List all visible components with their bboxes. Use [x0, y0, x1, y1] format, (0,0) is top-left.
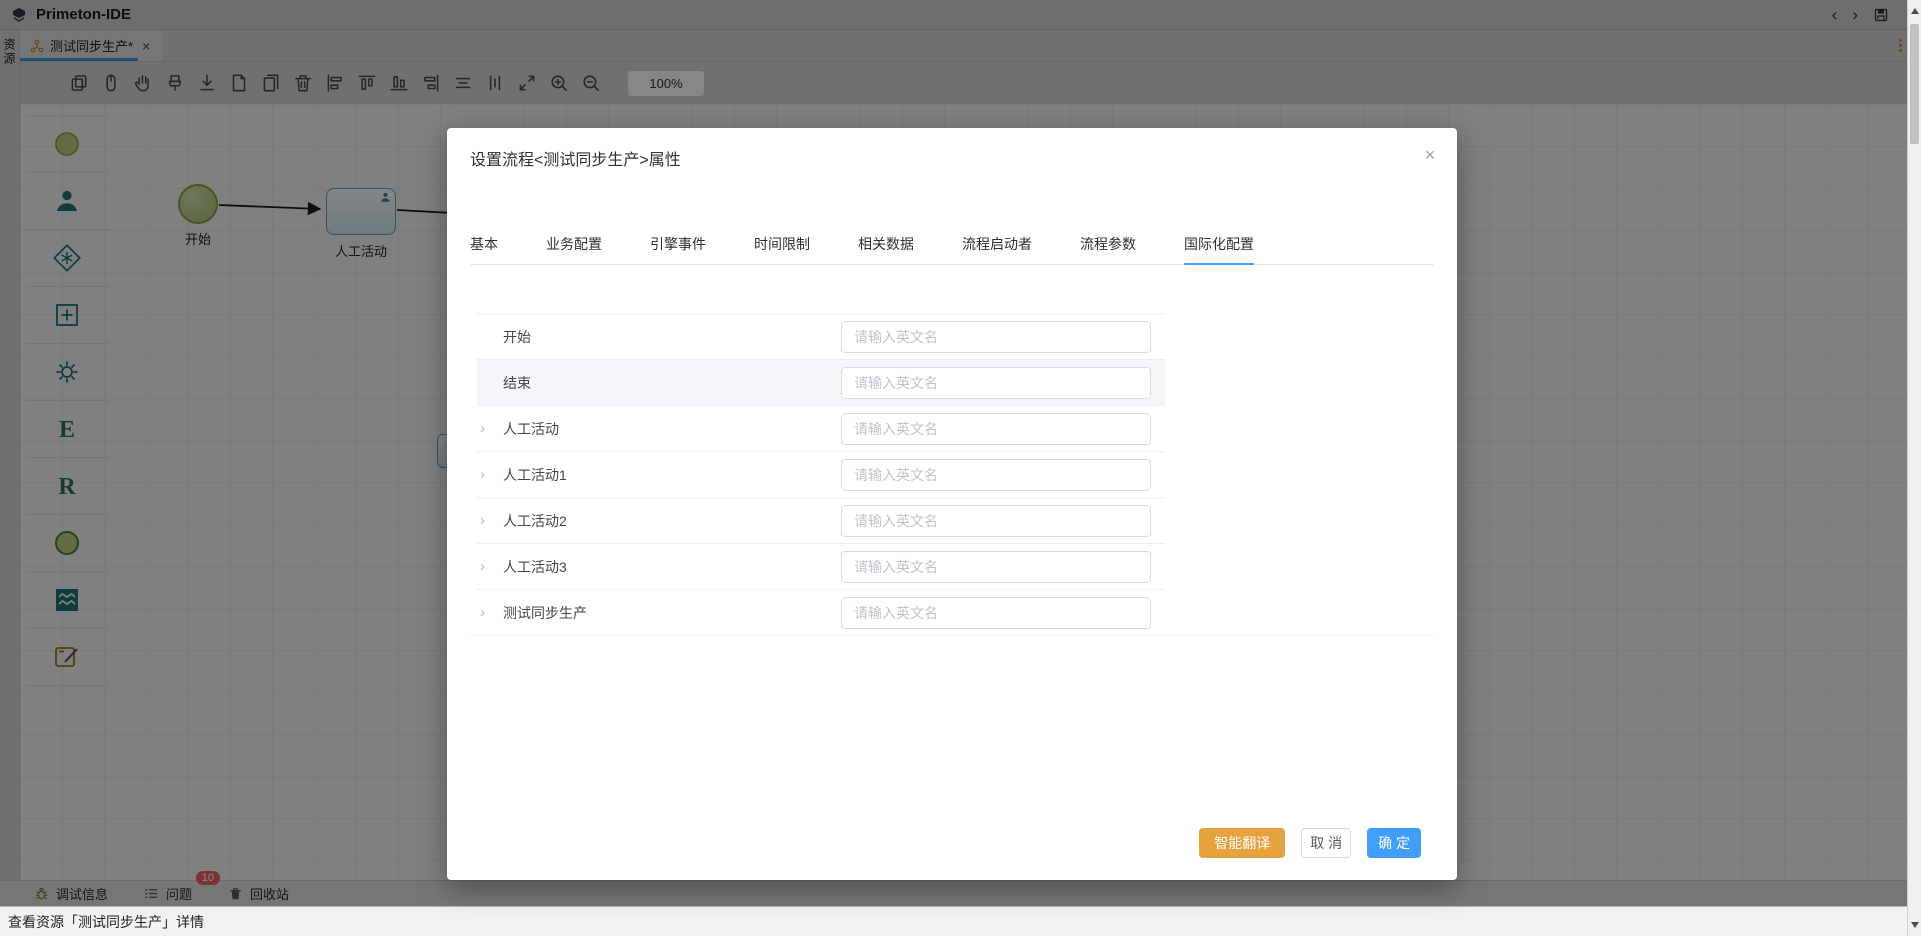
dialog-tab-4[interactable]: 时间限制	[754, 224, 810, 264]
window-scrollbar[interactable]	[1907, 0, 1921, 936]
dialog-footer: 智能翻译 取 消 确 定	[1199, 828, 1421, 858]
dialog-tab-7[interactable]: 流程参数	[1080, 224, 1136, 264]
i18n-config-table: 开始结束›人工活动›人工活动1›人工活动2›人工活动3›测试同步生产	[477, 313, 1165, 636]
i18n-row: ›人工活动3	[477, 544, 1165, 590]
node-name-label: 结束	[503, 373, 531, 393]
i18n-row: 结束	[477, 360, 1165, 406]
expand-chevron-icon[interactable]: ›	[477, 512, 503, 529]
expand-chevron-icon[interactable]: ›	[477, 604, 503, 621]
dialog-title: 设置流程<测试同步生产>属性	[470, 150, 681, 172]
scroll-down-icon[interactable]	[1911, 922, 1919, 928]
process-properties-dialog: 设置流程<测试同步生产>属性 × 基本 业务配置 引擎事件 时间限制 相关数据 流程启动者…	[447, 128, 1457, 880]
dialog-tabs: 基本 业务配置 引擎事件 时间限制 相关数据 流程启动者 流程参数 国际化配置	[470, 224, 1434, 265]
dialog-tab-6[interactable]: 流程启动者	[962, 224, 1032, 264]
node-name-label: 开始	[503, 327, 531, 347]
table-bottom-divider	[470, 635, 1434, 636]
node-name-label: 人工活动2	[503, 511, 567, 531]
english-name-input[interactable]	[841, 505, 1151, 537]
node-name-label: 人工活动1	[503, 465, 567, 485]
english-name-input[interactable]	[841, 321, 1151, 353]
i18n-row: ›人工活动	[477, 406, 1165, 452]
dialog-tab-1[interactable]: 基本	[470, 224, 498, 264]
expand-chevron-icon[interactable]: ›	[477, 420, 503, 437]
expand-chevron-icon[interactable]: ›	[477, 466, 503, 483]
dialog-tab-8[interactable]: 国际化配置	[1184, 224, 1254, 264]
application-window: Primeton-IDE ‹ › 资源 测试同步生产* ×	[0, 0, 1921, 936]
cancel-button[interactable]: 取 消	[1301, 828, 1351, 858]
node-name-label: 人工活动3	[503, 557, 567, 577]
smart-translate-button[interactable]: 智能翻译	[1199, 828, 1285, 858]
dialog-close-icon[interactable]: ×	[1419, 144, 1441, 166]
i18n-row: ›人工活动1	[477, 452, 1165, 498]
dialog-tab-3[interactable]: 引擎事件	[650, 224, 706, 264]
scrollbar-thumb[interactable]	[1910, 24, 1919, 144]
dialog-tab-5[interactable]: 相关数据	[858, 224, 914, 264]
english-name-input[interactable]	[841, 413, 1151, 445]
node-name-label: 人工活动	[503, 419, 559, 439]
i18n-row: 开始	[477, 314, 1165, 360]
scroll-up-icon[interactable]	[1911, 8, 1919, 14]
english-name-input[interactable]	[841, 367, 1151, 399]
ok-button[interactable]: 确 定	[1367, 828, 1421, 858]
status-bar-text: 查看资源「测试同步生产」详情	[8, 912, 204, 932]
dialog-tab-2[interactable]: 业务配置	[546, 224, 602, 264]
i18n-row: ›测试同步生产	[477, 590, 1165, 636]
expand-chevron-icon[interactable]: ›	[477, 558, 503, 575]
english-name-input[interactable]	[841, 551, 1151, 583]
english-name-input[interactable]	[841, 597, 1151, 629]
i18n-row: ›人工活动2	[477, 498, 1165, 544]
node-name-label: 测试同步生产	[503, 603, 587, 623]
status-bar: 查看资源「测试同步生产」详情	[0, 906, 1907, 936]
english-name-input[interactable]	[841, 459, 1151, 491]
